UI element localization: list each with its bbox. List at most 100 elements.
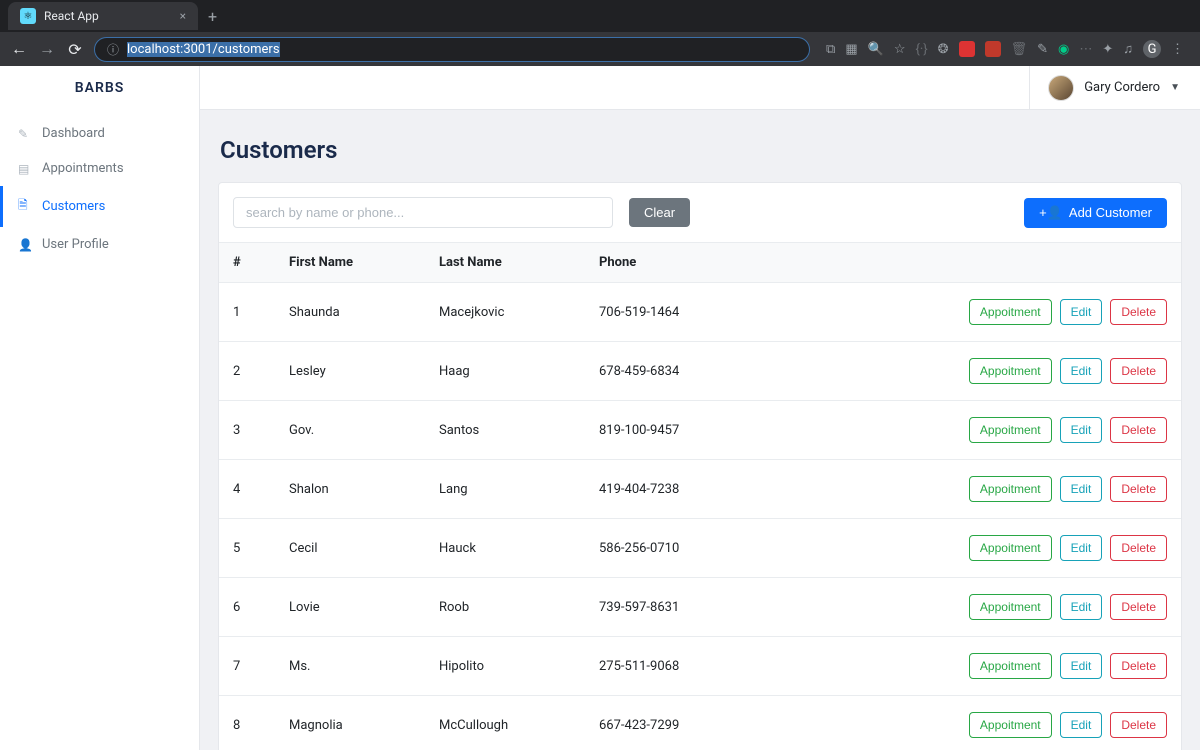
- chevron-down-icon[interactable]: ▼: [1170, 82, 1180, 93]
- row-last: McCullough: [429, 696, 589, 750]
- edit-button[interactable]: Edit: [1060, 712, 1103, 738]
- browser-chrome: ⚛ React App × + ← → ⟳ ⓘ localhost:3001/c…: [0, 0, 1200, 66]
- divider: [1029, 66, 1030, 110]
- col-last: Last Name: [429, 243, 589, 283]
- delete-button[interactable]: Delete: [1110, 299, 1167, 325]
- row-first: Shaunda: [279, 283, 429, 342]
- add-customer-button[interactable]: +👤 Add Customer: [1024, 198, 1167, 228]
- new-tab-button[interactable]: +: [198, 7, 227, 26]
- tab-bar: ⚛ React App × +: [0, 0, 1200, 32]
- delete-button[interactable]: Delete: [1110, 476, 1167, 502]
- kebab-icon[interactable]: ⋮: [1171, 42, 1184, 57]
- sidebar-item-customers[interactable]: 🗎Customers: [0, 186, 199, 227]
- row-num: 4: [219, 460, 279, 519]
- table-row: 4ShalonLang419-404-7238AppoitmentEditDel…: [219, 460, 1181, 519]
- more-ext-icon[interactable]: ⋯: [1079, 42, 1092, 57]
- playlist-icon[interactable]: ♫: [1123, 41, 1133, 57]
- row-num: 5: [219, 519, 279, 578]
- user-avatar[interactable]: [1048, 75, 1074, 101]
- delete-button[interactable]: Delete: [1110, 358, 1167, 384]
- profile-avatar[interactable]: G: [1143, 40, 1161, 58]
- zoom-icon[interactable]: 🔍: [868, 42, 884, 57]
- table-row: 7Ms.Hipolito275-511-9068AppoitmentEditDe…: [219, 637, 1181, 696]
- table-row: 6LovieRoob739-597-8631AppoitmentEditDele…: [219, 578, 1181, 637]
- search-input[interactable]: [233, 197, 613, 228]
- appointment-button[interactable]: Appoitment: [969, 594, 1052, 620]
- edit-button[interactable]: Edit: [1060, 299, 1103, 325]
- sidebar: BARBS ✎Dashboard ▤ Appointments 🗎Customers👤…: [0, 66, 200, 750]
- appointment-button[interactable]: Appoitment: [969, 417, 1052, 443]
- appointment-button[interactable]: Appoitment: [969, 358, 1052, 384]
- row-first: Cecil: [279, 519, 429, 578]
- customers-table: # First Name Last Name Phone 1ShaundaMac…: [219, 242, 1181, 750]
- reload-button[interactable]: ⟳: [66, 40, 84, 59]
- row-last: Hauck: [429, 519, 589, 578]
- col-first: First Name: [279, 243, 429, 283]
- react-favicon-icon: ⚛: [20, 8, 36, 24]
- sidebar-item-appointments[interactable]: ▤ Appointments: [0, 151, 199, 186]
- table-row: 1ShaundaMacejkovic706-519-1464Appoitment…: [219, 283, 1181, 342]
- appointment-button[interactable]: Appoitment: [969, 299, 1052, 325]
- qr-icon[interactable]: ▦: [845, 42, 857, 57]
- puzzle-icon[interactable]: ✦: [1102, 42, 1113, 57]
- trash-icon[interactable]: 🗑: [1011, 42, 1028, 57]
- app: BARBS ✎Dashboard ▤ Appointments 🗎Customers👤…: [0, 66, 1200, 750]
- picker-icon[interactable]: ✎: [1037, 42, 1048, 57]
- forward-button[interactable]: →: [38, 39, 56, 59]
- appointment-button[interactable]: Appoitment: [969, 476, 1052, 502]
- sidebar-item-label: Customers: [42, 199, 105, 214]
- row-first: Gov.: [279, 401, 429, 460]
- appointment-button[interactable]: Appoitment: [969, 535, 1052, 561]
- edit-button[interactable]: Edit: [1060, 535, 1103, 561]
- delete-button[interactable]: Delete: [1110, 535, 1167, 561]
- row-first: Lovie: [279, 578, 429, 637]
- ext2-icon[interactable]: [959, 41, 975, 57]
- delete-button[interactable]: Delete: [1110, 712, 1167, 738]
- row-last: Santos: [429, 401, 589, 460]
- edit-button[interactable]: Edit: [1060, 476, 1103, 502]
- row-num: 7: [219, 637, 279, 696]
- table-row: 8MagnoliaMcCullough667-423-7299Appoitmen…: [219, 696, 1181, 750]
- ext1-icon[interactable]: ❂: [938, 42, 949, 57]
- nav-icon: ▤: [18, 162, 32, 176]
- delete-button[interactable]: Delete: [1110, 594, 1167, 620]
- edit-button[interactable]: Edit: [1060, 594, 1103, 620]
- back-button[interactable]: ←: [10, 39, 28, 59]
- nav-list: ✎Dashboard ▤ Appointments 🗎Customers👤User P…: [0, 110, 199, 262]
- table-row: 3Gov.Santos819-100-9457AppoitmentEditDel…: [219, 401, 1181, 460]
- sidebar-item-dashboard[interactable]: ✎Dashboard: [0, 116, 199, 151]
- table-row: 5CecilHauck586-256-0710 Appoitment Edit Del…: [219, 519, 1181, 578]
- table-row: 2LesleyHaag678-459-6834AppoitmentEditDel…: [219, 342, 1181, 401]
- code-icon[interactable]: {·}: [915, 42, 927, 57]
- col-actions: [921, 243, 1181, 283]
- url-bar[interactable]: ⓘ localhost:3001/customers: [94, 37, 810, 62]
- sidebar-item-label: User Profile: [42, 237, 109, 252]
- clear-button[interactable]: Clear: [629, 198, 690, 227]
- browser-tab[interactable]: ⚛ React App ×: [8, 2, 198, 30]
- row-num: 2: [219, 342, 279, 401]
- delete-button[interactable]: Delete: [1110, 653, 1167, 679]
- row-first: Lesley: [279, 342, 429, 401]
- delete-button[interactable]: Delete: [1110, 417, 1167, 443]
- appointment-button[interactable]: Appoitment: [969, 653, 1052, 679]
- sidebar-item-user-profile[interactable]: 👤User Profile: [0, 227, 199, 262]
- ext3-icon[interactable]: [985, 41, 1001, 57]
- user-name[interactable]: Gary Cordero: [1084, 80, 1160, 95]
- record-icon[interactable]: ◉: [1058, 42, 1069, 57]
- edit-button[interactable]: Edit: [1060, 417, 1103, 443]
- row-last: Hipolito: [429, 637, 589, 696]
- site-info-icon[interactable]: ⓘ: [107, 41, 119, 58]
- brand-logo[interactable]: BARBS: [0, 66, 199, 110]
- edit-button[interactable]: Edit: [1060, 358, 1103, 384]
- row-last: Macejkovic: [429, 283, 589, 342]
- appointment-button[interactable]: Appoitment: [969, 712, 1052, 738]
- edit-button[interactable]: Edit: [1060, 653, 1103, 679]
- bookmark-icon[interactable]: ☆: [894, 42, 906, 57]
- row-num: 8: [219, 696, 279, 750]
- row-phone: 586-256-0710: [589, 519, 921, 578]
- topbar: Gary Cordero ▼: [200, 66, 1200, 110]
- sidebar-item-label: Appointments: [42, 161, 124, 176]
- tab-title: React App: [44, 9, 99, 23]
- device-icon[interactable]: ⧉: [826, 42, 835, 57]
- close-icon[interactable]: ×: [180, 9, 186, 23]
